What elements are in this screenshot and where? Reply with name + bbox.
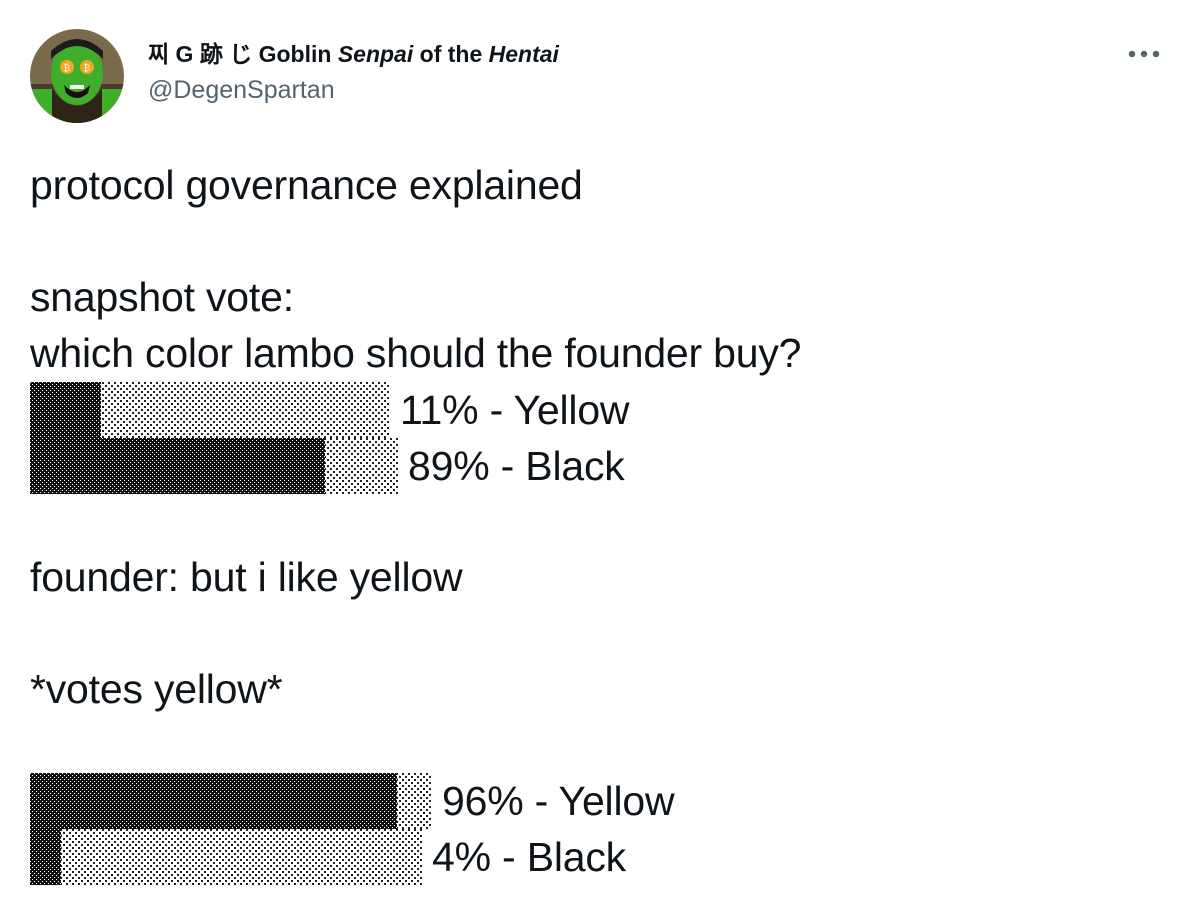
poll-before-yellow-bar bbox=[30, 382, 390, 438]
display-name-hentai: Hentai bbox=[488, 41, 559, 67]
poll-before-black-label: 89% - Black bbox=[408, 443, 625, 489]
display-name-mid: of the bbox=[413, 41, 489, 67]
poll-before-yellow-label: 11% - Yellow bbox=[400, 387, 630, 433]
poll-after-black-bar bbox=[30, 829, 422, 885]
tweet: ₿ ₿ 찌 G 跡 じ Goblin Senpai of the Hentai … bbox=[0, 0, 1192, 906]
more-horizontal-icon bbox=[1128, 50, 1160, 58]
tweet-text-line-1: protocol governance explained bbox=[30, 162, 583, 208]
poll-after-black-label: 4% - Black bbox=[432, 834, 626, 880]
tweet-text-line-5: *votes yellow* bbox=[30, 666, 283, 712]
poll-after-yellow-label: 96% - Yellow bbox=[442, 778, 675, 824]
poll-before-black-bar bbox=[30, 438, 398, 494]
tweet-text-line-4: founder: but i like yellow bbox=[30, 554, 463, 600]
more-options-button[interactable] bbox=[1124, 42, 1164, 66]
poll-after-yellow-bar bbox=[30, 773, 432, 829]
tweet-text-line-2: snapshot vote: bbox=[30, 274, 294, 320]
svg-text:₿: ₿ bbox=[84, 63, 91, 74]
svg-text:₿: ₿ bbox=[64, 63, 71, 74]
avatar-image: ₿ ₿ bbox=[30, 29, 124, 123]
tweet-text-line-3: which color lambo should the founder buy… bbox=[30, 330, 802, 376]
display-name-senpai: Senpai bbox=[337, 41, 414, 67]
display-name-prefix: 찌 G 跡 じ Goblin bbox=[148, 41, 338, 67]
avatar[interactable]: ₿ ₿ bbox=[30, 29, 124, 123]
handle[interactable]: @DegenSpartan bbox=[148, 73, 559, 107]
display-name[interactable]: 찌 G 跡 じ Goblin Senpai of the Hentai bbox=[148, 38, 559, 70]
author-block: 찌 G 跡 じ Goblin Senpai of the Hentai @Deg… bbox=[148, 38, 559, 107]
